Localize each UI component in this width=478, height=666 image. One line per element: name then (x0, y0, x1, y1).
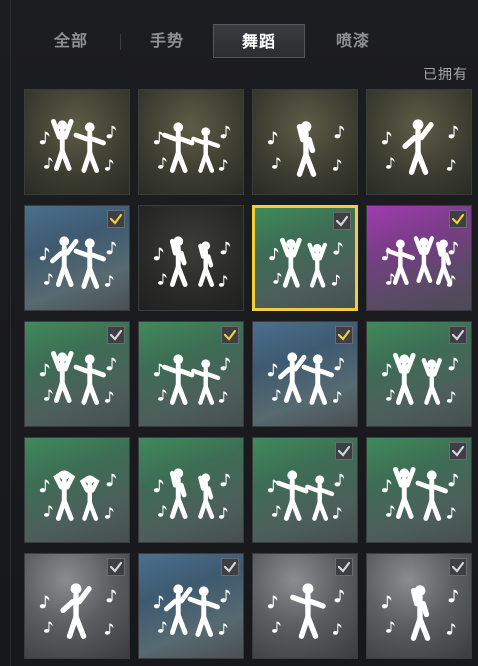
owned-check-icon (335, 326, 353, 344)
emote-figure-icon (153, 122, 231, 173)
emote-card[interactable] (138, 89, 244, 195)
emote-card[interactable] (252, 553, 358, 659)
tab-dance[interactable]: 舞蹈 (213, 24, 305, 58)
panel-left-edge (10, 0, 11, 666)
owned-check-icon (449, 442, 467, 460)
emote-card[interactable] (24, 437, 130, 543)
emote-card[interactable] (138, 553, 244, 659)
emote-card[interactable] (252, 321, 358, 427)
emote-card[interactable] (138, 321, 244, 427)
emote-card[interactable] (24, 321, 130, 427)
emote-card[interactable] (366, 321, 472, 427)
owned-check-icon (449, 326, 467, 344)
tab-all[interactable]: 全部 (28, 24, 114, 58)
emote-card[interactable] (24, 205, 130, 311)
tab-divider (120, 34, 121, 50)
tab-gestures[interactable]: 手势 (124, 24, 210, 58)
emote-card[interactable] (252, 89, 358, 195)
emote-card[interactable] (138, 205, 244, 311)
emote-card[interactable] (366, 205, 472, 311)
emote-figure-icon (153, 468, 231, 519)
emote-card[interactable] (366, 89, 472, 195)
emote-figure-icon (39, 470, 117, 521)
owned-check-icon (107, 210, 125, 228)
owned-check-icon (449, 210, 467, 228)
owned-check-icon (333, 212, 351, 230)
owned-check-icon (335, 558, 353, 576)
emote-card[interactable] (24, 553, 130, 659)
emote-panel: 全部 手势 舞蹈 喷漆 已拥有 (0, 0, 478, 666)
emote-card[interactable] (252, 437, 358, 543)
owned-check-icon (107, 326, 125, 344)
owned-filter-label[interactable]: 已拥有 (423, 64, 468, 84)
owned-check-icon (107, 558, 125, 576)
owned-check-icon (449, 558, 467, 576)
owned-check-icon (221, 326, 239, 344)
emote-figure-icon (381, 119, 459, 175)
emote-card[interactable] (366, 437, 472, 543)
emote-card[interactable] (24, 89, 130, 195)
emote-figure-icon (267, 121, 345, 177)
emote-card[interactable] (366, 553, 472, 659)
owned-check-icon (221, 558, 239, 576)
owned-check-icon (335, 442, 353, 460)
emote-figure-icon (153, 236, 231, 287)
emote-figure-icon (39, 118, 117, 173)
tab-spray[interactable]: 喷漆 (310, 24, 396, 58)
category-tabbar: 全部 手势 舞蹈 喷漆 (0, 24, 478, 60)
emote-card[interactable] (252, 205, 358, 311)
emote-card[interactable] (138, 437, 244, 543)
